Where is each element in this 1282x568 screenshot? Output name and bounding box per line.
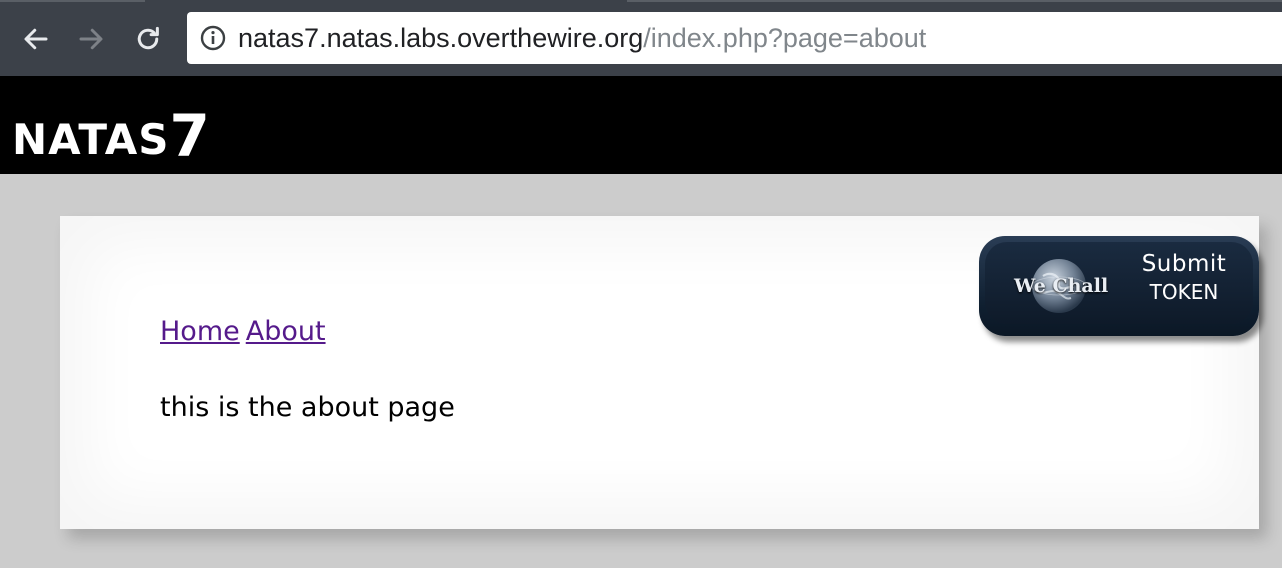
- home-link[interactable]: Home: [160, 316, 240, 347]
- about-link[interactable]: About: [246, 316, 326, 347]
- token-label: TOKEN: [1149, 280, 1219, 304]
- submit-token-label: Submit TOKEN: [1129, 250, 1239, 306]
- url-host: natas7.natas.labs.overthewire.org: [238, 22, 644, 53]
- site-title-text: NATAS: [12, 115, 170, 164]
- url-text[interactable]: natas7.natas.labs.overthewire.org/index.…: [238, 23, 926, 54]
- url-path: /index.php?page=about: [643, 22, 927, 53]
- back-button[interactable]: [17, 20, 55, 58]
- wechall-brand: We Chall: [1014, 275, 1109, 297]
- site-title-number: 7: [169, 102, 211, 170]
- address-bar[interactable]: natas7.natas.labs.overthewire.org/index.…: [187, 12, 1282, 64]
- tab-strip-edge: [0, 0, 1282, 2]
- browser-toolbar: natas7.natas.labs.overthewire.org/index.…: [0, 0, 1282, 76]
- arrow-left-icon: [24, 28, 48, 50]
- page-text: this is the about page: [160, 392, 455, 423]
- site-header: NATAS7: [0, 76, 1282, 174]
- nav-links: Home About: [160, 316, 332, 347]
- forward-button[interactable]: [72, 20, 110, 58]
- reload-icon: [137, 26, 159, 50]
- submit-label: Submit: [1141, 251, 1227, 277]
- site-title: NATAS7: [12, 100, 211, 170]
- info-icon[interactable]: [199, 24, 227, 52]
- arrow-right-icon: [79, 28, 103, 50]
- reload-button[interactable]: [129, 20, 167, 58]
- wechall-submit-button[interactable]: We Chall Submit TOKEN: [979, 236, 1259, 336]
